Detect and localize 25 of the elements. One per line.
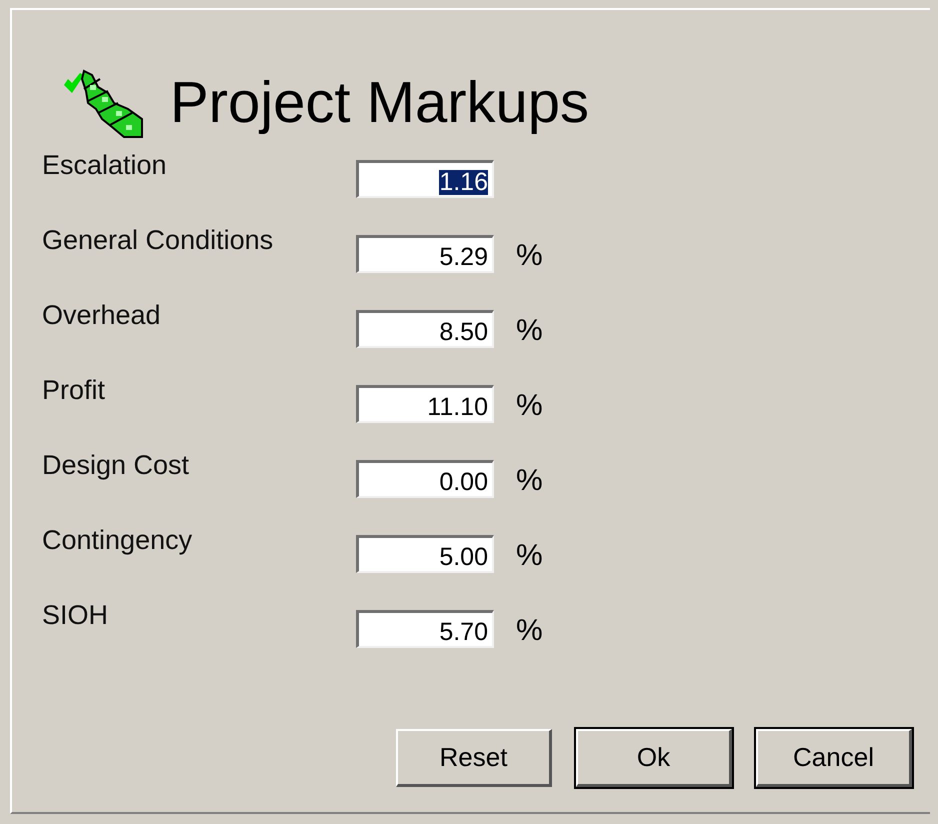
unit-label: % bbox=[516, 391, 543, 421]
dialog-button[interactable]: Ok bbox=[576, 729, 732, 787]
unit-label: % bbox=[516, 316, 543, 346]
unit-label: % bbox=[516, 466, 543, 496]
drill-bit-icon bbox=[62, 67, 144, 139]
number-field[interactable]: 5.29 bbox=[356, 235, 494, 273]
field-label: Contingency bbox=[42, 524, 194, 554]
field-label: SIOH bbox=[42, 599, 110, 629]
unit-label: % bbox=[516, 541, 543, 571]
dialog-title: Project Markups bbox=[170, 74, 590, 132]
number-field[interactable]: 5.70 bbox=[356, 610, 494, 648]
dialog-button[interactable]: Reset bbox=[396, 729, 552, 787]
field-label: Design Cost bbox=[42, 449, 190, 479]
unit-label: % bbox=[516, 241, 543, 271]
field-label: Escalation bbox=[42, 149, 168, 179]
number-field[interactable]: 0.00 bbox=[356, 460, 494, 498]
number-field[interactable]: 1.16 bbox=[356, 160, 494, 198]
unit-label: % bbox=[516, 616, 543, 646]
field-label: Profit bbox=[42, 374, 106, 404]
dialog-button[interactable]: Cancel bbox=[756, 729, 912, 787]
field-label: General Conditions bbox=[42, 224, 274, 254]
number-field[interactable]: 8.50 bbox=[356, 310, 494, 348]
field-label: Overhead bbox=[42, 299, 162, 329]
number-field[interactable]: 11.10 bbox=[356, 385, 494, 423]
number-field[interactable]: 5.00 bbox=[356, 535, 494, 573]
